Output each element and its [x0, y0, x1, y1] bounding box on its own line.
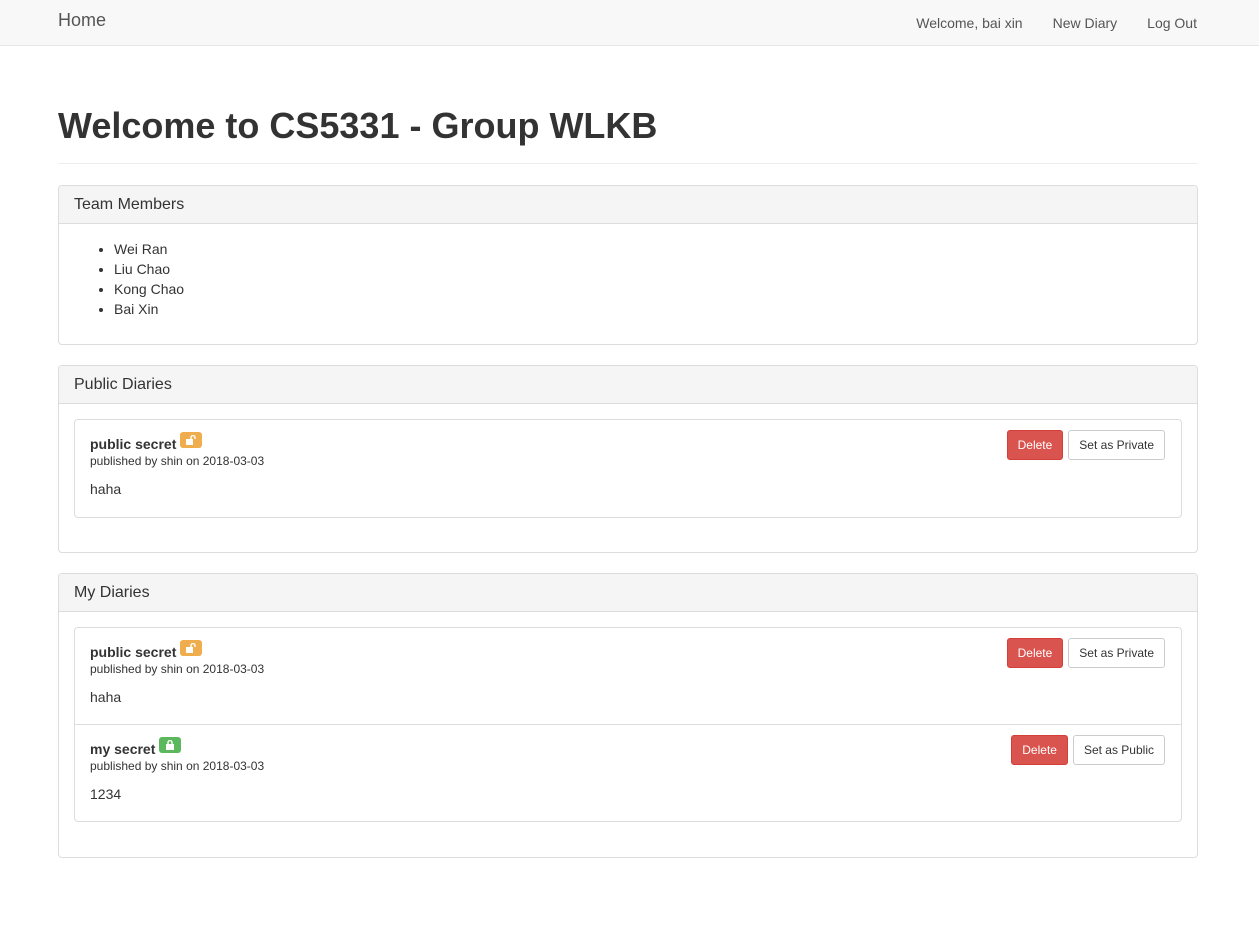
diary-meta: published by shin on 2018-03-03: [90, 759, 265, 773]
diary-item: public secret published by shin on 2018-…: [75, 628, 1181, 724]
lock-icon: [159, 737, 182, 753]
page-title: Welcome to CS5331 - Group WLKB: [58, 105, 658, 146]
diary-body: 1234: [90, 786, 122, 802]
team-member: Bai Xin: [114, 299, 1182, 319]
diary-list: public secret published by shin on 2018-…: [74, 627, 1182, 822]
diary-list: public secret published by shin on 2018-…: [74, 419, 1182, 518]
diary-body: haha: [90, 689, 122, 705]
unlock-icon: [180, 640, 203, 656]
public-diaries-panel: Public Diaries public secret published b…: [58, 365, 1198, 553]
unlock-icon: [180, 432, 203, 448]
set-private-button[interactable]: Set as Private: [1068, 430, 1165, 460]
diary-title: public secret: [90, 436, 177, 452]
welcome-user-link[interactable]: Welcome, bai xin: [916, 15, 1022, 31]
panel-heading: Public Diaries: [59, 366, 1197, 404]
set-public-button[interactable]: Set as Public: [1072, 735, 1165, 765]
team-member: Wei Ran: [114, 239, 1182, 259]
panel-heading: My Diaries: [59, 574, 1197, 612]
navbar-links: Welcome, bai xin New Diary Log Out: [916, 0, 1197, 46]
team-member: Kong Chao: [114, 279, 1182, 299]
diary-body: haha: [90, 481, 122, 497]
diary-title: public secret: [90, 644, 177, 660]
log-out-link[interactable]: Log Out: [1147, 15, 1197, 31]
home-link[interactable]: Home: [58, 10, 106, 30]
panel-heading: Team Members: [59, 186, 1197, 224]
team-member: Liu Chao: [114, 259, 1182, 279]
set-private-button[interactable]: Set as Private: [1068, 638, 1165, 668]
page-header: Welcome to CS5331 - Group WLKB: [58, 104, 1198, 164]
diary-item: public secret published by shin on 2018-…: [75, 420, 1181, 517]
delete-button[interactable]: Delete: [1006, 638, 1064, 668]
diary-title: my secret: [90, 741, 156, 757]
diary-item: my secret published by shin on 2018-03-0…: [75, 724, 1181, 821]
navbar: Home Welcome, bai xin New Diary Log Out: [0, 0, 1259, 46]
delete-button[interactable]: Delete: [1006, 430, 1064, 460]
my-diaries-panel: My Diaries public secret published by sh…: [58, 573, 1198, 858]
team-members-panel: Team Members Wei Ran Liu Chao Kong Chao …: [58, 185, 1198, 345]
new-diary-link[interactable]: New Diary: [1053, 15, 1118, 31]
delete-button[interactable]: Delete: [1011, 735, 1068, 765]
team-member-list: Wei Ran Liu Chao Kong Chao Bai Xin: [74, 239, 1182, 319]
